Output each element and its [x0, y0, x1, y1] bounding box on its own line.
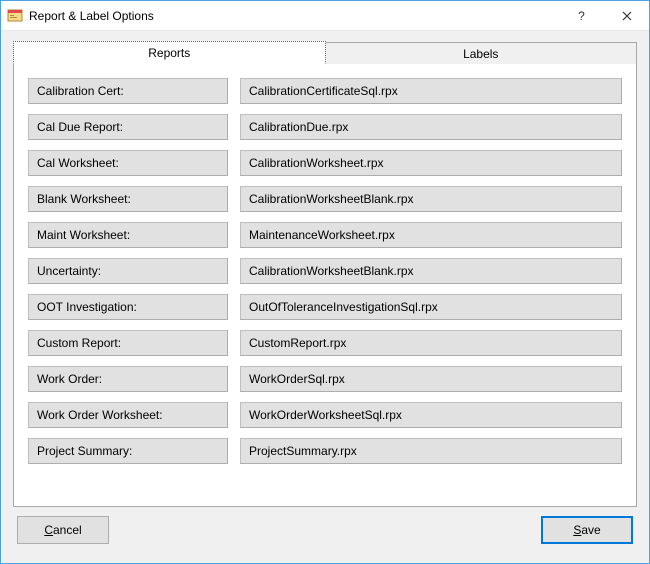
client-area: Reports Labels Calibration Cert:Calibrat… [1, 31, 649, 563]
form-row-value[interactable]: WorkOrderSql.rpx [240, 366, 622, 392]
dialog-window: Report & Label Options ? Reports Labels … [0, 0, 650, 564]
form-row-label: Cal Due Report: [28, 114, 228, 140]
form-row: Work Order: WorkOrderSql.rpx [28, 366, 622, 392]
form-row: Cal Worksheet: CalibrationWorksheet.rpx [28, 150, 622, 176]
tab-reports[interactable]: Reports [13, 41, 326, 64]
form-row-label: Cal Worksheet: [28, 150, 228, 176]
tab-label: Reports [148, 46, 190, 60]
form-row: Blank Worksheet: CalibrationWorksheetBlan… [28, 186, 622, 212]
form-row-value[interactable]: WorkOrderWorksheetSql.rpx [240, 402, 622, 428]
tab-body-reports: Calibration Cert: CalibrationCertificateS… [13, 63, 637, 507]
tabs-container: Reports Labels Calibration Cert:Calibrat… [13, 41, 637, 507]
titlebar: Report & Label Options ? [1, 1, 649, 31]
form-row-label: Work Order: [28, 366, 228, 392]
form-row-label: Custom Report: [28, 330, 228, 356]
tab-strip: Reports Labels [13, 41, 637, 63]
form-row: Project Summary: ProjectSummary.rpx [28, 438, 622, 464]
cancel-button[interactable]: Cancel [17, 516, 109, 544]
form-row-value[interactable]: OutOfToleranceInvestigationSql.rpx [240, 294, 622, 320]
form-row-value[interactable]: CalibrationDue.rpx [240, 114, 622, 140]
save-button[interactable]: Save [541, 516, 633, 544]
form-row-label: Maint Worksheet: [28, 222, 228, 248]
tab-label: Labels [463, 47, 498, 61]
form-row: Cal Due Report: CalibrationDue.rpx [28, 114, 622, 140]
form-row: Calibration Cert: CalibrationCertificateS… [28, 78, 622, 104]
form-row-label: Blank Worksheet: [28, 186, 228, 212]
form-row-value[interactable]: CalibrationWorksheet.rpx [240, 150, 622, 176]
form-rows: Calibration Cert: CalibrationCertificateS… [28, 78, 622, 464]
form-row-value[interactable]: CustomReport.rpx [240, 330, 622, 356]
form-row-value[interactable]: CalibrationWorksheetBlank.rpx [240, 258, 622, 284]
form-row-label: Uncertainty: [28, 258, 228, 284]
cancel-button-label: Cancel [44, 523, 81, 537]
form-row-value[interactable]: ProjectSummary.rpx [240, 438, 622, 464]
form-row: Uncertainty: CalibrationWorksheetBlank.rp… [28, 258, 622, 284]
form-row: Work Order Worksheet: WorkOrderWorksheetS… [28, 402, 622, 428]
close-button[interactable] [604, 1, 649, 31]
window-title: Report & Label Options [29, 9, 154, 23]
help-button[interactable]: ? [559, 1, 604, 31]
form-row-label: Work Order Worksheet: [28, 402, 228, 428]
form-row-label: Calibration Cert: [28, 78, 228, 104]
form-row: Maint Worksheet: MaintenanceWorksheet.rpx [28, 222, 622, 248]
tab-labels[interactable]: Labels [326, 42, 638, 64]
form-row: OOT Investigation: OutOfToleranceInvestig… [28, 294, 622, 320]
button-bar: Cancel Save [13, 507, 637, 553]
form-row-label: Project Summary: [28, 438, 228, 464]
form-row: Custom Report: CustomReport.rpx [28, 330, 622, 356]
form-row-value[interactable]: CalibrationWorksheetBlank.rpx [240, 186, 622, 212]
form-row-value[interactable]: MaintenanceWorksheet.rpx [240, 222, 622, 248]
app-icon [7, 8, 23, 24]
save-button-label: Save [573, 523, 600, 537]
form-row-label: OOT Investigation: [28, 294, 228, 320]
form-row-value[interactable]: CalibrationCertificateSql.rpx [240, 78, 622, 104]
